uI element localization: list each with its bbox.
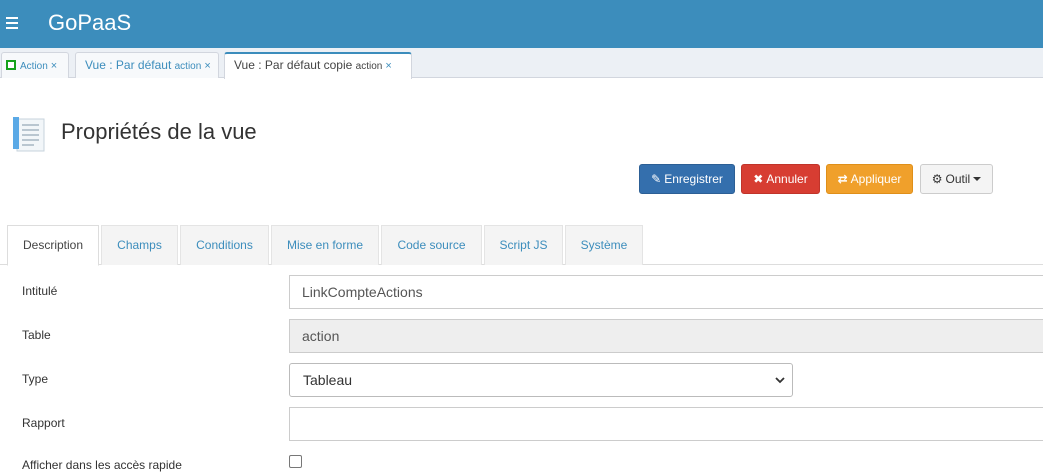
tab-conditions[interactable]: Conditions	[180, 225, 269, 265]
tab-script-js[interactable]: Script JS	[484, 225, 563, 265]
intitule-input[interactable]: LinkCompteActions	[289, 275, 1043, 309]
document-tabs-bar: Action × Vue : Par défaut action × Vue : P…	[0, 48, 1043, 79]
save-edit-icon: ✎	[651, 172, 662, 186]
cancel-button[interactable]: ✖ Annuler	[741, 164, 820, 194]
table-input: action	[289, 319, 1043, 353]
doc-tab-label: Action	[20, 61, 48, 72]
doc-tab-sublabel: action	[355, 61, 383, 72]
caret-down-icon	[973, 177, 982, 181]
x-icon: ✖	[753, 172, 764, 186]
close-icon[interactable]: ×	[51, 60, 57, 72]
brand-logo[interactable]: GoPaaS	[48, 10, 131, 36]
acces-rapide-checkbox[interactable]	[289, 455, 302, 468]
apply-label: Appliquer	[850, 172, 902, 186]
doc-tab-sublabel: action	[174, 61, 202, 72]
top-navbar: GoPaaS	[0, 0, 1043, 48]
form-tabs: Description Champs Conditions Mise en fo…	[0, 224, 1043, 266]
tool-label: Outil	[945, 172, 971, 186]
type-label: Type	[22, 372, 49, 386]
doc-tab-vue-par-defaut[interactable]: Vue : Par défaut action ×	[75, 52, 219, 78]
apply-icon: ⇄	[837, 172, 848, 186]
tab-code-source[interactable]: Code source	[381, 225, 482, 265]
acces-rapide-label: Afficher dans les accès rapide	[22, 458, 182, 472]
tab-description[interactable]: Description	[7, 225, 99, 266]
document-list-icon	[13, 117, 45, 152]
tool-dropdown-button[interactable]: ⚙ Outil	[920, 164, 993, 194]
type-select-value: Tableau	[303, 372, 353, 388]
cancel-label: Annuler	[766, 172, 808, 186]
doc-tab-label: Vue : Par défaut copie	[234, 58, 353, 72]
rapport-label: Rapport	[22, 416, 65, 430]
save-label: Enregistrer	[664, 172, 723, 186]
doc-tab-action[interactable]: Action ×	[1, 52, 69, 78]
save-button[interactable]: ✎ Enregistrer	[639, 164, 735, 194]
table-label: Table	[22, 328, 51, 342]
gear-icon: ⚙	[931, 172, 943, 186]
intitule-label: Intitulé	[22, 284, 58, 298]
tab-systeme[interactable]: Système	[565, 225, 643, 265]
doc-tab-vue-copie[interactable]: Vue : Par défaut copie action ×	[224, 52, 412, 79]
type-select[interactable]: Tableau	[289, 363, 793, 397]
doc-tab-label: Vue : Par défaut	[85, 58, 172, 72]
page-title: Propriétés de la vue	[61, 119, 257, 144]
tab-mise-en-forme[interactable]: Mise en forme	[271, 225, 379, 265]
tab-champs[interactable]: Champs	[101, 225, 178, 265]
close-icon[interactable]: ×	[204, 60, 210, 72]
rapport-input[interactable]	[289, 407, 1043, 441]
chevron-down-icon	[775, 377, 785, 384]
hamburger-icon[interactable]	[6, 12, 20, 34]
apply-button[interactable]: ⇄ Appliquer	[826, 164, 913, 194]
green-square-icon	[6, 60, 16, 70]
close-icon[interactable]: ×	[385, 60, 391, 72]
